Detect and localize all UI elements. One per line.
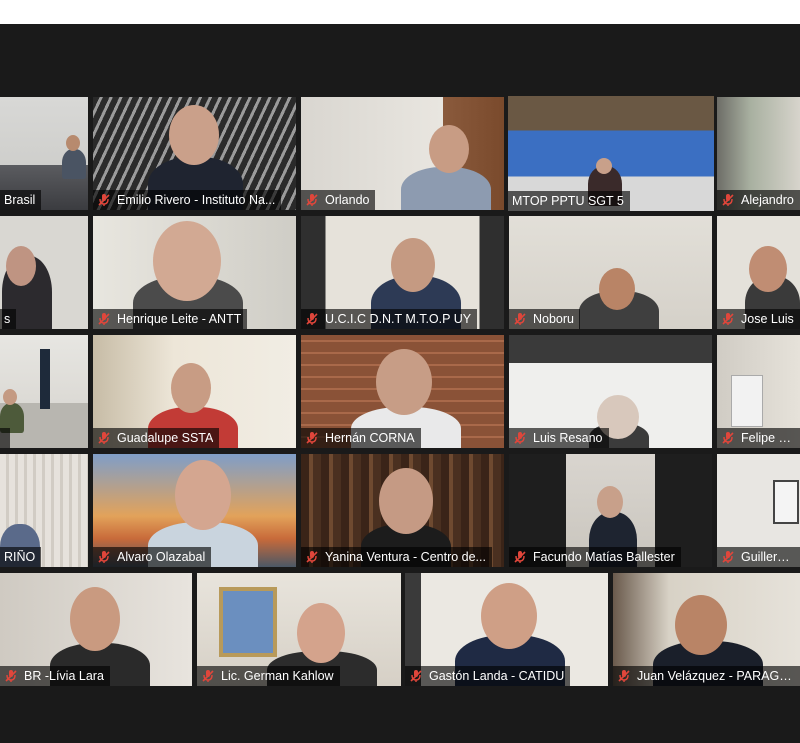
participant-name-tag: Jose Luis — [717, 309, 800, 329]
mic-muted-icon — [618, 670, 630, 682]
window-top-bar — [0, 0, 800, 24]
participant-tile[interactable]: RIÑO — [0, 454, 88, 567]
participant-name-tag: RIÑO — [0, 547, 42, 567]
participant-name: Facundo Matías Ballester — [533, 550, 675, 564]
participant-name-tag: Henrique Leite - ANTT — [93, 309, 248, 329]
participant-tile[interactable]: BR -Lívia Lara — [0, 573, 192, 686]
participant-tile[interactable]: Lic. German Kahlow — [197, 573, 401, 686]
participant-tile[interactable]: Yanina Ventura - Centro de... — [301, 454, 504, 567]
mic-muted-icon — [202, 670, 214, 682]
mic-muted-icon — [722, 551, 734, 563]
participant-name: Juan Velázquez - PARAGUA — [637, 669, 794, 683]
participant-tile[interactable]: Guadalupe SSTA — [93, 335, 296, 448]
mic-muted-icon — [306, 313, 318, 325]
participant-name-tag — [0, 428, 10, 448]
participant-tile[interactable]: Gastón Landa - CATIDU — [405, 573, 608, 686]
participant-name: Lic. German Kahlow — [221, 669, 334, 683]
participant-name-tag: Emilio Rivero - Instituto Na... — [93, 190, 282, 210]
participant-name: Yanina Ventura - Centro de... — [325, 550, 486, 564]
participant-tile[interactable]: Alvaro Olazabal — [93, 454, 296, 567]
participant-tile[interactable]: Jose Luis — [717, 216, 800, 329]
participant-tile[interactable]: Henrique Leite - ANTT — [93, 216, 296, 329]
participant-tile[interactable]: s — [0, 216, 88, 329]
participant-tile[interactable]: Felipe Fre — [717, 335, 800, 448]
participant-name-tag: Orlando — [301, 190, 376, 210]
mic-muted-icon — [98, 432, 110, 444]
participant-tile[interactable]: Brasil — [0, 97, 88, 210]
mic-muted-icon — [722, 432, 734, 444]
participant-name: Brasil — [4, 193, 36, 207]
participant-tile[interactable]: Luis Resano — [509, 335, 712, 448]
participant-name-tag: Yanina Ventura - Centro de... — [301, 547, 492, 567]
participant-name: Emilio Rivero - Instituto Na... — [117, 193, 276, 207]
participant-tile[interactable]: Juan Velázquez - PARAGUA — [613, 573, 800, 686]
participant-name: Felipe Fre — [741, 431, 794, 445]
participant-name-tag: Gastón Landa - CATIDU — [405, 666, 571, 686]
participant-tile[interactable]: Facundo Matías Ballester — [509, 454, 712, 567]
participant-tile[interactable]: Orlando — [301, 97, 504, 210]
participant-tile[interactable]: Noboru — [509, 216, 712, 329]
participant-name-tag: MTOP PPTU SGT 5 — [508, 191, 630, 211]
participant-name-tag: Brasil — [0, 190, 42, 210]
participant-tile[interactable]: Guillermo — [717, 454, 800, 567]
participant-name: Alejandro — [741, 193, 794, 207]
participant-name: Henrique Leite - ANTT — [117, 312, 242, 326]
participant-name: Orlando — [325, 193, 370, 207]
participant-name-tag: Facundo Matías Ballester — [509, 547, 681, 567]
participant-name-tag: Felipe Fre — [717, 428, 800, 448]
mic-muted-icon — [5, 670, 17, 682]
participant-tile[interactable]: Emilio Rivero - Instituto Na... — [93, 97, 296, 210]
participant-name-tag: Alvaro Olazabal — [93, 547, 212, 567]
mic-muted-icon — [306, 432, 318, 444]
participant-tile[interactable]: U.C.I.C D.N.T M.T.O.P UY — [301, 216, 504, 329]
mic-muted-icon — [514, 432, 526, 444]
mic-muted-icon — [306, 551, 318, 563]
participant-name-tag: Noboru — [509, 309, 580, 329]
participant-name-tag: Luis Resano — [509, 428, 609, 448]
participant-name: Hernán CORNA — [325, 431, 415, 445]
participant-name: Noboru — [533, 312, 574, 326]
participant-name: Luis Resano — [533, 431, 603, 445]
participant-name-tag: U.C.I.C D.N.T M.T.O.P UY — [301, 309, 478, 329]
mic-muted-icon — [98, 194, 110, 206]
participant-name-tag: BR -Lívia Lara — [0, 666, 110, 686]
mic-muted-icon — [514, 313, 526, 325]
participant-name-tag: Hernán CORNA — [301, 428, 421, 448]
participant-name: RIÑO — [4, 550, 36, 564]
participant-name-tag: Guillermo — [717, 547, 800, 567]
participant-name: Alvaro Olazabal — [117, 550, 206, 564]
mic-muted-icon — [306, 194, 318, 206]
mic-muted-icon — [722, 194, 734, 206]
video-gallery-grid: Brasil Emilio Rivero - Instituto Na... O… — [0, 24, 800, 743]
participant-name: BR -Lívia Lara — [24, 669, 104, 683]
mic-muted-icon — [98, 551, 110, 563]
participant-name: Jose Luis — [741, 312, 794, 326]
mic-muted-icon — [514, 551, 526, 563]
mic-muted-icon — [98, 313, 110, 325]
mic-muted-icon — [410, 670, 422, 682]
participant-name-tag: Alejandro — [717, 190, 800, 210]
participant-name: Guillermo — [741, 550, 794, 564]
participant-tile[interactable]: Hernán CORNA — [301, 335, 504, 448]
participant-name-tag: s — [0, 309, 17, 329]
participant-tile[interactable] — [0, 335, 88, 448]
participant-tile-active-speaker[interactable]: MTOP PPTU SGT 5 — [508, 96, 714, 211]
participant-name: Guadalupe SSTA — [117, 431, 214, 445]
participant-tile[interactable]: Alejandro — [717, 97, 800, 210]
participant-name-tag: Guadalupe SSTA — [93, 428, 220, 448]
participant-name-tag: Juan Velázquez - PARAGUA — [613, 666, 800, 686]
participant-name-tag: Lic. German Kahlow — [197, 666, 340, 686]
participant-name: U.C.I.C D.N.T M.T.O.P UY — [325, 312, 472, 326]
participant-name: Gastón Landa - CATIDU — [429, 669, 565, 683]
participant-name: MTOP PPTU SGT 5 — [512, 194, 624, 208]
mic-muted-icon — [722, 313, 734, 325]
participant-name: s — [4, 312, 11, 326]
